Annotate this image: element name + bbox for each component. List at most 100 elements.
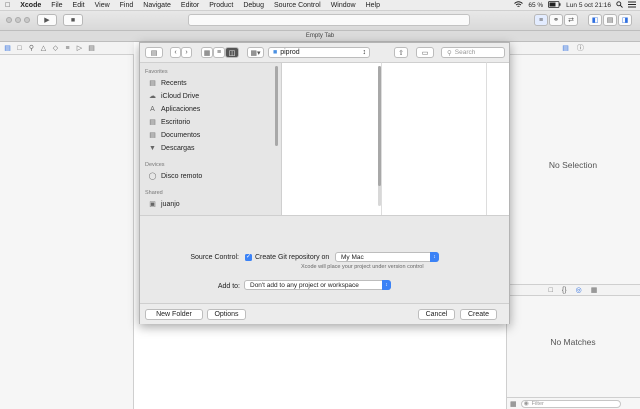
create-button[interactable]: Create <box>460 309 497 320</box>
version-editor-icon: ⇄ <box>568 17 574 24</box>
disc-icon: ◯ <box>148 173 157 180</box>
sidebar-item-desktop[interactable]: ▤ Escritorio <box>148 118 190 127</box>
test-navigator-icon[interactable]: ◇ <box>52 44 59 52</box>
object-library-icon[interactable]: ◎ <box>576 286 582 294</box>
wifi-icon[interactable] <box>514 1 524 10</box>
notification-center-icon[interactable] <box>628 1 636 10</box>
icon-view-icon: ▦ <box>203 49 211 57</box>
toggle-navigator-button[interactable]: ◧ <box>588 14 602 26</box>
navigator-pane <box>0 55 134 409</box>
create-git-checkbox[interactable]: ✓ <box>245 254 252 261</box>
battery-percent[interactable]: 65 % <box>528 2 543 9</box>
filter-input[interactable]: ◉ Filter <box>520 399 621 408</box>
browser-column-1[interactable] <box>282 62 382 215</box>
back-button[interactable]: ‹ <box>170 47 181 58</box>
column-view-button[interactable]: ◫ <box>225 47 239 58</box>
search-icon: ⚲ <box>447 49 452 57</box>
menu-help[interactable]: Help <box>361 2 385 9</box>
desktop-icon: ▤ <box>149 119 156 126</box>
shared-header: Shared <box>145 190 163 196</box>
sidebar-item-juanjo[interactable]: ▣ juanjo <box>148 200 180 209</box>
devices-header: Devices <box>145 162 165 168</box>
zoom-window-button[interactable] <box>24 17 30 23</box>
toggle-debug-area-button[interactable]: ▤ <box>603 14 617 26</box>
share-button[interactable]: ⇧ <box>394 47 408 58</box>
tags-button[interactable]: ▭ <box>416 47 434 58</box>
favorites-header: Favorites <box>145 69 168 75</box>
menu-xcode[interactable]: Xcode <box>15 2 46 9</box>
spotlight-icon[interactable] <box>616 1 623 10</box>
close-window-button[interactable] <box>6 17 12 23</box>
add-to-popup[interactable]: Don't add to any project or workspace ↕ <box>244 280 391 290</box>
file-template-library-icon[interactable]: □ <box>549 287 553 294</box>
issue-navigator-icon[interactable]: △ <box>40 44 47 52</box>
cancel-button[interactable]: Cancel <box>418 309 455 320</box>
menu-editor[interactable]: Editor <box>176 2 204 9</box>
menu-product[interactable]: Product <box>204 2 238 9</box>
tab-bar: Empty Tab <box>0 31 640 42</box>
column-scrollbar[interactable] <box>378 66 381 186</box>
sidebar-item-downloads[interactable]: ▼ Descargas <box>148 144 194 152</box>
sidebar-item-label: Recents <box>161 79 187 87</box>
menu-edit[interactable]: Edit <box>68 2 90 9</box>
breakpoint-navigator-icon[interactable]: ▷ <box>76 44 83 52</box>
menu-file[interactable]: File <box>46 2 67 9</box>
menu-find[interactable]: Find <box>115 2 139 9</box>
forward-button[interactable]: › <box>181 47 192 58</box>
cloud-icon: ☁ <box>149 93 156 100</box>
menu-window[interactable]: Window <box>326 2 361 9</box>
toggle-utilities-button[interactable]: ◨ <box>618 14 632 26</box>
arrange-button[interactable]: ▦▾ <box>247 47 264 58</box>
tab-empty[interactable]: Empty Tab <box>306 33 334 39</box>
sidebar-item-applications[interactable]: A Aplicaciones <box>148 105 200 113</box>
assistant-editor-button[interactable]: ⚭ <box>549 14 563 26</box>
menu-source-control[interactable]: Source Control <box>269 2 326 9</box>
list-view-button[interactable]: ≡ <box>213 47 225 58</box>
run-button[interactable]: ▶ <box>37 14 57 26</box>
find-navigator-icon[interactable]: ⚲ <box>28 44 35 52</box>
browser-column-2[interactable] <box>378 62 487 215</box>
sidebar-item-recents[interactable]: ▤ Recents <box>148 79 187 88</box>
chevron-updown-icon: ↕ <box>362 49 367 56</box>
search-input[interactable]: ⚲ Search <box>441 47 505 58</box>
file-inspector-icon[interactable]: ▤ <box>562 44 569 52</box>
standard-editor-button[interactable]: ≡ <box>534 14 548 26</box>
new-folder-button[interactable]: New Folder <box>145 309 203 320</box>
applications-icon: A <box>150 105 155 113</box>
version-editor-button[interactable]: ⇄ <box>564 14 578 26</box>
code-snippet-library-icon[interactable]: {} <box>562 287 567 294</box>
search-placeholder: Search <box>454 49 476 56</box>
utilities-panel-icon: ◨ <box>621 17 629 24</box>
quick-help-icon[interactable]: ⓘ <box>577 43 584 53</box>
menu-clock[interactable]: Lun 5 oct 21:16 <box>566 2 611 9</box>
menu-navigate[interactable]: Navigate <box>138 2 176 9</box>
symbol-navigator-icon[interactable]: □ <box>16 45 23 52</box>
options-button[interactable]: Options <box>207 309 246 320</box>
grid-view-icon[interactable]: ▦ <box>510 400 517 408</box>
stop-button[interactable]: ■ <box>63 14 83 26</box>
project-navigator-icon[interactable]: ▤ <box>4 44 11 52</box>
browser-column-3[interactable] <box>487 62 509 215</box>
sidebar-item-documents[interactable]: ▤ Documentos <box>148 131 200 140</box>
media-library-icon[interactable]: ▦ <box>591 286 598 294</box>
report-navigator-icon[interactable]: ▤ <box>88 44 95 52</box>
icon-view-button[interactable]: ▦ <box>201 47 213 58</box>
inspector-selector-bar: ▤ ⓘ <box>506 42 640 55</box>
create-git-label: Create Git repository on <box>255 254 330 261</box>
menu-debug[interactable]: Debug <box>238 2 269 9</box>
git-location-popup[interactable]: My Mac ↕ <box>335 252 439 262</box>
menu-view[interactable]: View <box>90 2 115 9</box>
arrange-icon: ▦▾ <box>250 49 261 57</box>
minimize-window-button[interactable] <box>15 17 21 23</box>
sidebar-toggle-button[interactable]: ▤ <box>145 47 163 58</box>
apple-menu-icon[interactable]:  <box>0 2 15 9</box>
chevron-updown-icon: ↕ <box>430 252 439 262</box>
sidebar-item-label: Aplicaciones <box>161 105 201 113</box>
sidebar-scrollbar[interactable] <box>275 66 278 146</box>
path-popup[interactable]: ■ piprod ↕ <box>268 47 370 58</box>
sidebar-item-remote-disc[interactable]: ◯ Disco remoto <box>148 172 203 181</box>
dialog-button-bar: New Folder Options Cancel Create <box>140 303 509 324</box>
debug-navigator-icon[interactable]: ≡ <box>64 45 71 52</box>
add-to-value: Don't add to any project or workspace <box>250 281 359 289</box>
sidebar-item-icloud[interactable]: ☁ iCloud Drive <box>148 92 199 101</box>
